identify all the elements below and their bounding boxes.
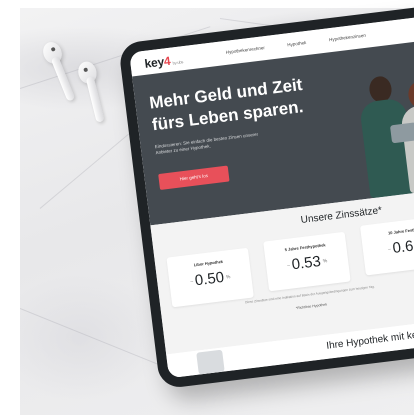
bottom-title: Ihre Hypothek mit ke [325, 329, 414, 352]
bottom-thumbnail [196, 349, 225, 375]
rate-card-value: –0.6% [387, 237, 414, 257]
marble-vein [39, 130, 133, 209]
rate-card-value: –0.50% [189, 268, 231, 290]
rate-card-label: 10 Jahre Festh [387, 227, 414, 236]
tablet-device: key4by ubs Hypothekenrechner Hypothek Hy… [118, 3, 414, 390]
rate-card[interactable]: 5 Jahre Festhypothek –0.53% [263, 231, 351, 292]
rates-title: Unsere Zinssätze* [300, 205, 383, 226]
rates-guideline-link[interactable]: *Richtlinie Hypothek [262, 298, 362, 314]
tablet-screen: key4by ubs Hypothekenrechner Hypothek Hy… [129, 13, 414, 379]
rate-card[interactable]: Libor Hypothek –0.50% [166, 247, 254, 308]
hero-title: Mehr Geld und Zeit fürs Leben sparen. [148, 74, 305, 135]
rate-card-value: –0.53% [286, 252, 328, 274]
marble-vein [20, 308, 169, 369]
site-logo[interactable]: key4by ubs [144, 52, 184, 71]
nav-link-hypothekenzinsen[interactable]: Hypothekenzinsen [329, 33, 366, 42]
rate-card[interactable]: 10 Jahre Festh –0.6% [359, 215, 414, 276]
nav-link-hypothekenrechner[interactable]: Hypothekenrechner [226, 45, 266, 55]
hero-cta-button[interactable]: Hier geht's los [158, 165, 230, 190]
nav-link-hypothek[interactable]: Hypothek [287, 40, 306, 47]
